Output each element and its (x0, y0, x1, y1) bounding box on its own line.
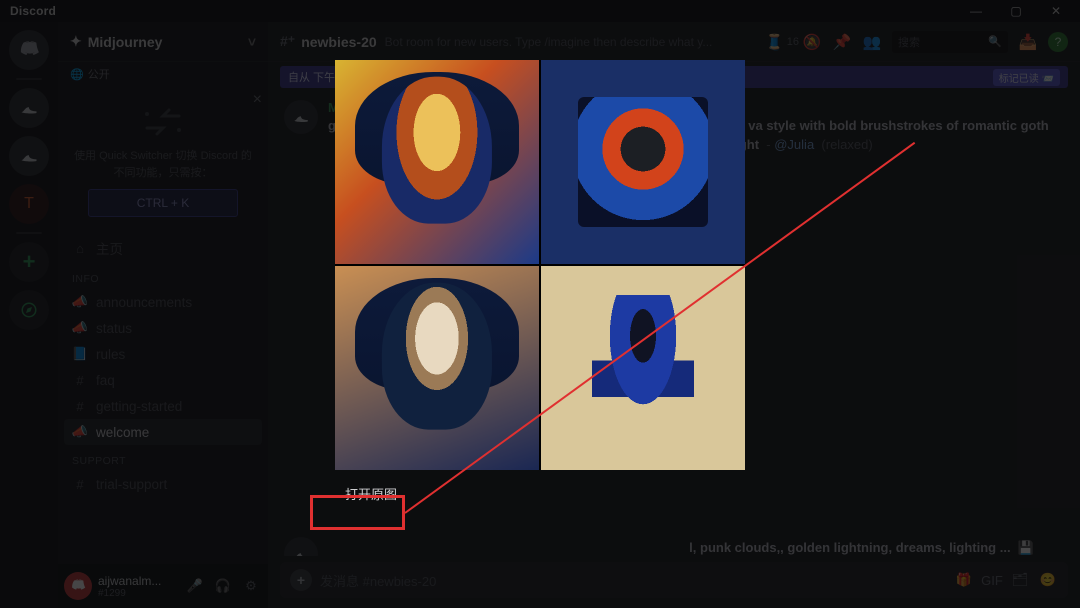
image-grid[interactable] (335, 60, 745, 470)
image-quadrant (335, 266, 539, 470)
image-quadrant (335, 60, 539, 264)
image-quadrant (541, 60, 745, 264)
open-original-link[interactable]: 打开原图 (335, 478, 407, 509)
image-quadrant (541, 266, 745, 470)
lightbox: 打开原图 (335, 60, 745, 509)
lightbox-overlay[interactable]: 打开原图 (0, 0, 1080, 608)
